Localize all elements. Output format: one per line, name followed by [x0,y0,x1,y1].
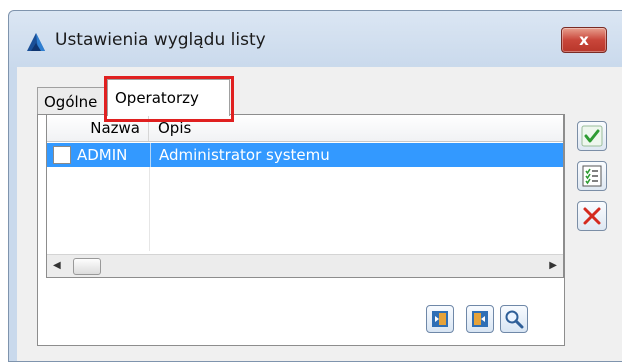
select-columns-button[interactable] [577,161,607,191]
dock-left-button[interactable] [426,305,454,333]
close-icon: x [579,31,589,49]
tab-panel: Nazwa Opis ADMIN Administrator systemu ◀… [37,114,565,346]
tab-ogolne[interactable]: Ogólne [37,87,113,114]
dialog-client-area: Ogólne Operatorzy Nazwa Opis ADMIN Admin… [17,67,622,361]
cell-nazwa: ADMIN [77,146,128,164]
delete-x-icon [583,207,601,225]
operators-grid: Nazwa Opis ADMIN Administrator systemu ◀… [46,115,564,278]
row-checkbox[interactable] [53,146,71,164]
cancel-button[interactable] [577,201,607,231]
accept-button[interactable] [577,121,607,151]
check-icon [581,125,603,147]
checklist-icon [582,165,602,187]
dock-right-button[interactable] [466,305,494,333]
cell-opis: Administrator systemu [150,143,559,167]
dock-right-icon [472,311,488,327]
horizontal-scrollbar[interactable]: ◀ ▶ [47,254,563,277]
window-title: Ustawienia wyglądu listy [55,30,266,50]
table-row[interactable]: ADMIN Administrator systemu [47,143,563,167]
column-divider [149,167,150,251]
title-bar[interactable]: Ustawienia wyglądu listy x [9,11,622,69]
scroll-left-icon[interactable]: ◀ [53,260,61,271]
scroll-right-icon[interactable]: ▶ [549,260,557,271]
search-icon [505,310,524,329]
scrollbar-thumb[interactable] [73,258,101,275]
tab-label: Ogólne [44,93,98,111]
app-logo-icon [27,33,45,51]
search-button[interactable] [500,305,528,333]
dock-left-icon [432,311,448,327]
dialog-window: Ustawienia wyglądu listy x Ogólne Operat… [8,10,622,362]
close-button[interactable]: x [561,27,607,53]
tab-highlight-annotation [104,76,234,122]
